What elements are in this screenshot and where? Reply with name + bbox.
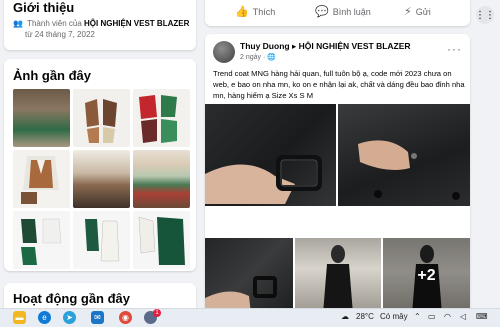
group-name[interactable]: HỘI NGHIỆN VEST BLAZER	[299, 41, 411, 51]
arrow-icon: ▸	[291, 41, 297, 51]
taskbar: ▬ e ➤ ✉ ◉ 1 ☁ 28°C Có mây ⌃ ▭ ◠ ◁ ⌨	[0, 308, 500, 327]
post-image[interactable]	[205, 238, 293, 314]
post-action-bar: 👍 Thích 💬 Bình luận ⚡ Gửi	[205, 0, 470, 26]
intro-member-row: 👥 Thành viên của HỘI NGHIỆN VEST BLAZER …	[13, 18, 191, 40]
intro-title: Giới thiệu	[13, 0, 75, 15]
intro-member-prefix: Thành viên của	[27, 19, 82, 28]
post-header: Thuy Duong ▸ HỘI NGHIỆN VEST BLAZER	[240, 41, 411, 52]
edge-icon[interactable]: e	[38, 311, 51, 324]
like-label: Thích	[252, 6, 276, 17]
photo-thumb[interactable]	[73, 211, 130, 269]
more-options-icon[interactable]: ···	[447, 42, 462, 56]
app-icon[interactable]: 1	[144, 309, 161, 324]
photo-thumb[interactable]	[13, 89, 70, 147]
photo-thumb[interactable]	[73, 150, 130, 208]
share-label: Gửi	[415, 6, 431, 17]
notification-badge: 1	[153, 309, 161, 317]
comment-label: Bình luận	[332, 6, 371, 17]
like-button[interactable]: 👍 Thích	[235, 5, 275, 18]
grid-menu-icon[interactable]: ⋮⋮	[475, 6, 495, 24]
battery-icon[interactable]: ▭	[428, 312, 436, 321]
file-explorer-icon[interactable]: ▬	[13, 311, 26, 324]
weather-temp[interactable]: 28°C	[356, 312, 374, 321]
weather-icon: ☁	[341, 312, 349, 321]
author-name[interactable]: Thuy Duong	[240, 41, 290, 51]
intro-group-link[interactable]: HỘI NGHIỆN VEST BLAZER	[84, 19, 189, 28]
volume-icon[interactable]: ◁	[460, 312, 466, 321]
comment-icon: 💬	[315, 6, 329, 18]
chrome-icon[interactable]: ◉	[119, 311, 132, 324]
mail-icon[interactable]: ✉	[91, 311, 104, 324]
post-text: Trend coat MNG hàng hải quan, full tuôn …	[213, 69, 465, 100]
group-icon: 👥	[13, 19, 23, 28]
recent-activity-title: Hoạt động gần đây	[13, 291, 130, 306]
recent-photos-card: Ảnh gần đây	[4, 59, 196, 271]
recent-photos-title: Ảnh gần đây	[13, 68, 92, 83]
comment-button[interactable]: 💬 Bình luận	[315, 5, 371, 18]
intro-member-since: từ 24 tháng 7, 2022	[25, 30, 95, 39]
thumbs-up-icon: 👍	[235, 6, 249, 18]
globe-icon: 🌐	[267, 54, 276, 61]
post-time-text: 2 ngày	[240, 54, 262, 61]
post-image[interactable]	[205, 104, 336, 206]
language-icon[interactable]: ⌨	[476, 312, 488, 321]
wifi-icon[interactable]: ◠	[444, 312, 451, 321]
photo-thumb[interactable]	[73, 89, 130, 147]
photo-thumb[interactable]	[13, 150, 70, 208]
photo-thumb[interactable]	[133, 89, 190, 147]
post-image[interactable]: +2	[383, 238, 470, 314]
photo-thumb[interactable]	[133, 150, 190, 208]
telegram-icon[interactable]: ➤	[63, 311, 76, 324]
share-button[interactable]: ⚡ Gửi	[404, 5, 431, 18]
more-photos-count[interactable]: +2	[383, 238, 470, 314]
post-image[interactable]	[295, 238, 381, 314]
photo-thumb[interactable]	[133, 211, 190, 269]
post-time[interactable]: 2 ngày · 🌐	[240, 53, 276, 61]
post-image[interactable]	[338, 104, 470, 206]
avatar[interactable]	[213, 41, 235, 63]
photo-thumb[interactable]	[13, 211, 70, 269]
chevron-up-icon[interactable]: ⌃	[414, 312, 421, 321]
weather-desc[interactable]: Có mây	[380, 312, 408, 321]
photo-grid	[13, 89, 191, 269]
messenger-icon: ⚡	[404, 6, 412, 18]
intro-card: Giới thiệu 👥 Thành viên của HỘI NGHIỆN V…	[4, 0, 196, 50]
post-card: Thuy Duong ▸ HỘI NGHIỆN VEST BLAZER 2 ng…	[205, 34, 470, 314]
